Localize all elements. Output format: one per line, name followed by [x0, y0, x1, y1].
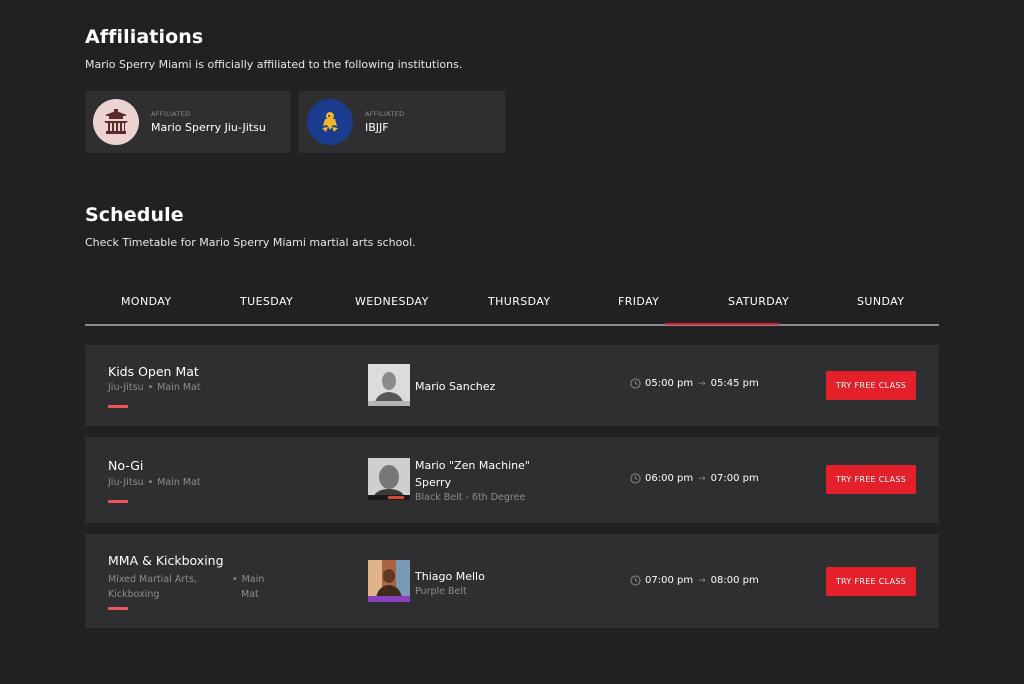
class-location: Main Mat — [157, 477, 201, 488]
active-tab-indicator — [665, 323, 779, 325]
tab-sunday[interactable]: SUNDAY — [857, 295, 904, 308]
instructor-name-line2: Sperry — [415, 476, 452, 489]
class-time: 06:00 pm → 07:00 pm — [630, 473, 759, 484]
try-free-class-button[interactable]: TRY FREE CLASS — [826, 465, 916, 494]
tab-saturday[interactable]: SATURDAY — [728, 295, 789, 308]
class-accent-bar — [108, 607, 128, 610]
affiliation-card-ibjjf[interactable]: AFFILIATED IBJJF — [299, 91, 505, 153]
arrow-right-icon: → — [698, 378, 706, 389]
instructor-photo — [368, 364, 410, 406]
pagoda-icon — [93, 99, 139, 145]
tab-tuesday[interactable]: TUESDAY — [240, 295, 293, 308]
tab-monday[interactable]: MONDAY — [121, 295, 171, 308]
class-location: • Main Mat — [232, 574, 265, 600]
class-meta: Jiu-Jitsu • Main Mat — [108, 477, 201, 488]
start-time: 06:00 pm — [645, 473, 694, 484]
instructor-rank: Purple Belt — [415, 586, 467, 597]
affiliation-label: AFFILIATED — [365, 110, 405, 118]
affiliation-name: Mario Sperry Jiu-Jitsu — [151, 121, 266, 134]
affiliations-title: Affiliations — [85, 26, 204, 48]
instructor-rank: Black Belt - 6th Degree — [415, 492, 526, 503]
tab-thursday[interactable]: THURSDAY — [488, 295, 551, 308]
end-time: 08:00 pm — [710, 575, 759, 586]
clock-icon — [630, 378, 641, 389]
class-location-line2: Mat — [241, 589, 259, 600]
class-accent-bar — [108, 405, 128, 408]
end-time: 07:00 pm — [710, 473, 759, 484]
class-row-mma-kickboxing: MMA & Kickboxing Mixed Martial Arts, Kic… — [85, 534, 939, 628]
instructor-name[interactable]: Mario "Zen Machine" Sperry — [415, 457, 530, 491]
instructor-name[interactable]: Mario Sanchez — [415, 378, 495, 395]
ibjjf-emblem-icon — [307, 99, 353, 145]
start-time: 05:00 pm — [645, 378, 694, 389]
affiliation-label: AFFILIATED — [151, 110, 191, 118]
affiliation-card-mario-sperry[interactable]: AFFILIATED Mario Sperry Jiu-Jitsu — [85, 91, 291, 153]
try-free-class-button[interactable]: TRY FREE CLASS — [826, 371, 916, 400]
instructor-photo — [368, 560, 410, 602]
class-name: MMA & Kickboxing — [108, 553, 224, 568]
clock-icon — [630, 575, 641, 586]
start-time: 07:00 pm — [645, 575, 694, 586]
class-name: No-Gi — [108, 458, 144, 473]
class-meta: Jiu-Jitsu • Main Mat — [108, 382, 201, 393]
class-time: 05:00 pm → 05:45 pm — [630, 378, 759, 389]
schedule-title: Schedule — [85, 204, 184, 226]
class-name: Kids Open Mat — [108, 364, 199, 379]
class-style-line1: Mixed Martial Arts, — [108, 574, 197, 585]
affiliation-name: IBJJF — [365, 121, 389, 134]
arrow-right-icon: → — [698, 575, 706, 586]
clock-icon — [630, 473, 641, 484]
tab-wednesday[interactable]: WEDNESDAY — [355, 295, 429, 308]
schedule-description: Check Timetable for Mario Sperry Miami m… — [85, 236, 416, 249]
class-style: Mixed Martial Arts, Kickboxing — [108, 572, 197, 602]
class-style: Jiu-Jitsu — [108, 382, 144, 393]
class-location-line1: Main — [241, 574, 265, 585]
end-time: 05:45 pm — [710, 378, 759, 389]
class-accent-bar — [108, 500, 128, 503]
tab-friday[interactable]: FRIDAY — [618, 295, 659, 308]
class-row-kids-open-mat: Kids Open Mat Jiu-Jitsu • Main Mat Mario S… — [85, 345, 939, 426]
instructor-name[interactable]: Thiago Mello — [415, 568, 485, 585]
class-time: 07:00 pm → 08:00 pm — [630, 575, 759, 586]
class-row-no-gi: No-Gi Jiu-Jitsu • Main Mat Mario "Zen Mach… — [85, 437, 939, 523]
instructor-name-line1: Mario "Zen Machine" — [415, 459, 530, 472]
arrow-right-icon: → — [698, 473, 706, 484]
try-free-class-button[interactable]: TRY FREE CLASS — [826, 567, 916, 596]
class-style-line2: Kickboxing — [108, 589, 160, 600]
class-style: Jiu-Jitsu — [108, 477, 144, 488]
class-location: Main Mat — [157, 382, 201, 393]
instructor-photo — [368, 458, 410, 500]
day-tabs: MONDAY TUESDAY WEDNESDAY THURSDAY FRIDAY… — [85, 282, 939, 326]
affiliations-description: Mario Sperry Miami is officially affilia… — [85, 58, 463, 71]
